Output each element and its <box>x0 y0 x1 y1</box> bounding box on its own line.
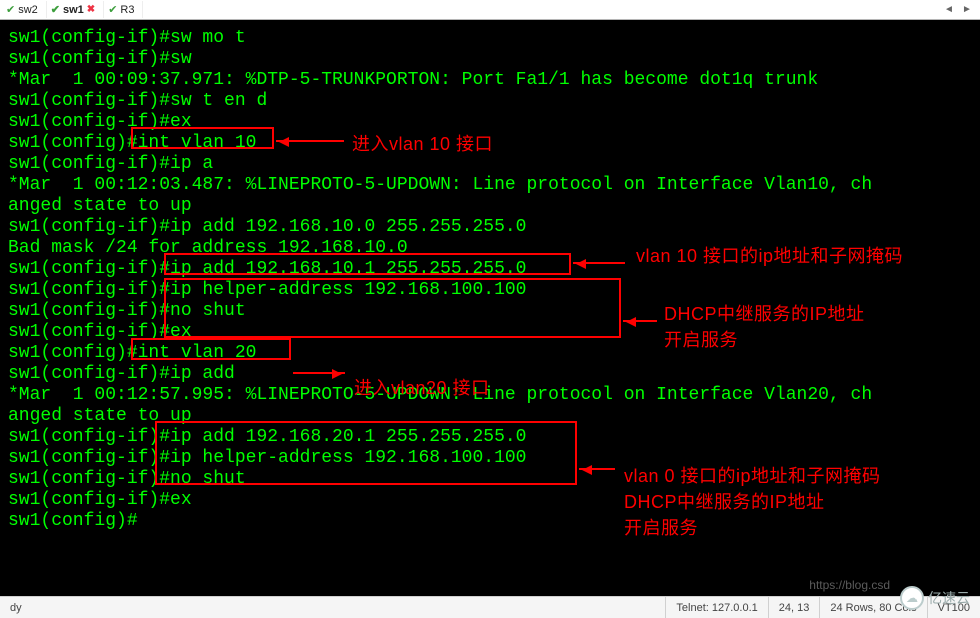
terminal-line: sw1(config-if)#sw t en d <box>8 91 972 112</box>
terminal-line: sw1(config-if)#no shut <box>8 469 972 490</box>
terminal-line: sw1(config-if)#ex <box>8 322 972 343</box>
terminal-line: sw1(config-if)#ip add <box>8 364 972 385</box>
tab-bar: ✔ sw2 ✔ sw1 ✖ ✔ R3 ◄ ► <box>0 0 980 20</box>
close-icon[interactable]: ✖ <box>87 4 95 15</box>
terminal-line: sw1(config-if)#sw <box>8 49 972 70</box>
terminal-line: anged state to up <box>8 406 972 427</box>
check-icon: ✔ <box>51 3 60 16</box>
cloud-icon: ☁ <box>900 586 924 610</box>
watermark-brand: ☁ 亿速云 <box>900 586 970 610</box>
tab-next-button[interactable]: ► <box>958 2 976 18</box>
terminal[interactable]: sw1(config-if)#sw mo tsw1(config-if)#sw*… <box>0 20 980 596</box>
tab-sw1[interactable]: ✔ sw1 ✖ <box>47 1 104 18</box>
status-bar: dy Telnet: 127.0.0.1 24, 13 24 Rows, 80 … <box>0 596 980 618</box>
terminal-line: sw1(config)#int vlan 10 <box>8 133 972 154</box>
terminal-line: sw1(config-if)#ip add 192.168.20.1 255.2… <box>8 427 972 448</box>
terminal-line: sw1(config-if)#ex <box>8 490 972 511</box>
watermark-brand-text: 亿速云 <box>928 588 970 608</box>
status-left: dy <box>0 597 32 618</box>
terminal-line: sw1(config)# <box>8 511 972 532</box>
terminal-line: sw1(config-if)#ip a <box>8 154 972 175</box>
tab-label: sw2 <box>18 4 38 16</box>
terminal-line: *Mar 1 00:09:37.971: %DTP-5-TRUNKPORTON:… <box>8 70 972 91</box>
terminal-line: anged state to up <box>8 196 972 217</box>
watermark-url: https://blog.csd <box>809 578 890 592</box>
check-icon: ✔ <box>6 3 15 16</box>
tab-nav: ◄ ► <box>940 2 980 18</box>
tab-label: R3 <box>120 4 134 16</box>
terminal-line: sw1(config-if)#ex <box>8 112 972 133</box>
terminal-line: sw1(config)#int vlan 20 <box>8 343 972 364</box>
tab-r3[interactable]: ✔ R3 <box>104 1 143 18</box>
tab-sw2[interactable]: ✔ sw2 <box>2 1 47 18</box>
terminal-line: *Mar 1 00:12:03.487: %LINEPROTO-5-UPDOWN… <box>8 175 972 196</box>
tab-prev-button[interactable]: ◄ <box>940 2 958 18</box>
terminal-line: sw1(config-if)#ip add 192.168.10.0 255.2… <box>8 217 972 238</box>
tab-label: sw1 <box>63 4 84 16</box>
status-cursor: 24, 13 <box>768 597 820 618</box>
check-icon: ✔ <box>108 3 117 16</box>
terminal-line: sw1(config-if)#ip add 192.168.10.1 255.2… <box>8 259 972 280</box>
terminal-line: sw1(config-if)#sw mo t <box>8 28 972 49</box>
terminal-line: sw1(config-if)#ip helper-address 192.168… <box>8 448 972 469</box>
terminal-line: sw1(config-if)#no shut <box>8 301 972 322</box>
status-telnet: Telnet: 127.0.0.1 <box>665 597 767 618</box>
terminal-line: *Mar 1 00:12:57.995: %LINEPROTO-5-UPDOWN… <box>8 385 972 406</box>
terminal-line: sw1(config-if)#ip helper-address 192.168… <box>8 280 972 301</box>
terminal-line: Bad mask /24 for address 192.168.10.0 <box>8 238 972 259</box>
